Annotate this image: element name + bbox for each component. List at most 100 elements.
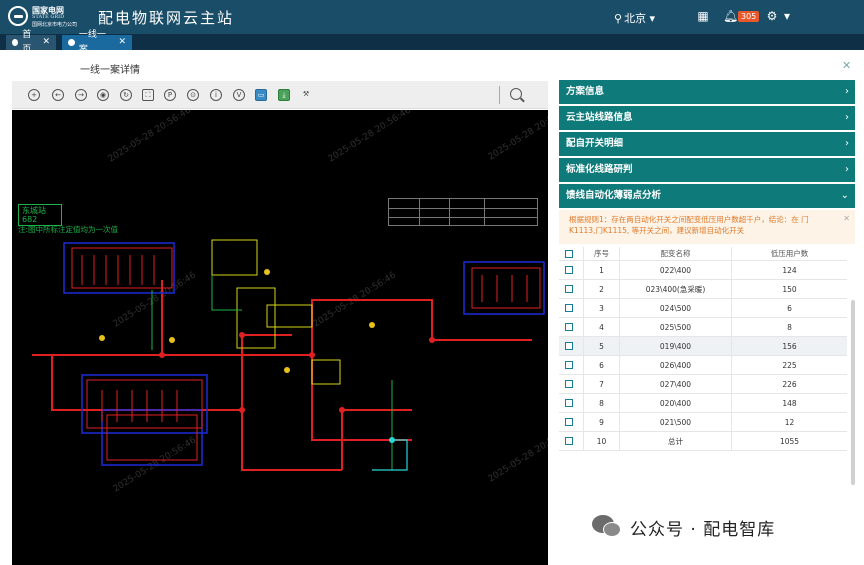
analysis-alert: 根据规则1：存在两自动化开关之间配变低压用户数超千户，结论：在 门K1113,门… (559, 210, 855, 244)
cell-name: 021\500 (619, 413, 731, 431)
section-weak-point-analysis[interactable]: 馈线自动化薄弱点分析 ⌄ (559, 184, 855, 208)
table-row[interactable]: 8 020\400 148 (559, 394, 847, 413)
cell-no: 10 (583, 432, 619, 450)
top-header: 国家电网 STATE GRID 国网北京市电力公司 配电物联网云主站 ⚲ 北京 ▾… (0, 0, 864, 34)
checkbox[interactable] (565, 342, 573, 350)
tab-home[interactable]: 首页 ✕ (6, 30, 56, 55)
zoom-in-icon[interactable]: + (28, 89, 40, 101)
tab-one-line-one-plan[interactable]: 一线一案 ✕ (62, 30, 132, 55)
tab-page-icon (68, 39, 75, 46)
checkbox[interactable] (565, 399, 573, 407)
cell-no: 7 (583, 375, 619, 393)
transformer-table: 序号 配变名称 低压用户数 1 022\400 124 2 023\400(急采… (559, 247, 847, 451)
cell-users: 148 (731, 394, 847, 412)
display-icon[interactable]: ▭ (255, 89, 267, 101)
table-row[interactable]: 4 025\500 8 (559, 318, 847, 337)
search-icon[interactable] (510, 88, 522, 100)
cell-users: 124 (731, 261, 847, 279)
tools-icon[interactable]: ⚒ (300, 89, 312, 101)
cell-name: 026\400 (619, 356, 731, 374)
cell-users: 6 (731, 299, 847, 317)
checkbox[interactable] (565, 304, 573, 312)
cell-name: 020\400 (619, 394, 731, 412)
cell-name: 019\400 (619, 337, 731, 355)
section-standard-analysis[interactable]: 标准化线路研判 › (559, 158, 855, 182)
table-row[interactable]: 7 027\400 226 (559, 375, 847, 394)
row-checkbox[interactable] (563, 432, 575, 450)
close-icon[interactable]: ✕ (843, 213, 850, 224)
diagram-wiring (32, 239, 545, 471)
page-title: 一线一案详情 (80, 65, 140, 76)
center-icon[interactable]: ⊙ (187, 89, 199, 101)
detail-panel: 方案信息 › 云主站线路信息 › 配自开关明细 › 标准化线路研判 › 馈线自动… (559, 80, 855, 565)
checkbox[interactable] (565, 437, 573, 445)
alert-text: 根据规则1：存在两自动化开关之间配变低压用户数超千户，结论：在 门K1113,门… (569, 215, 809, 235)
panel-scrollbar[interactable] (851, 300, 855, 485)
arrow-right-icon[interactable]: → (75, 89, 87, 101)
state-grid-emblem-icon (8, 6, 28, 26)
apps-grid-icon[interactable]: ▦ (696, 9, 710, 23)
cell-users: 150 (731, 280, 847, 298)
info-icon[interactable]: i (210, 89, 222, 101)
section-plan-info[interactable]: 方案信息 › (559, 80, 855, 104)
state-grid-logo: 国家电网 STATE GRID 国网北京市电力公司 (8, 4, 96, 30)
checkbox[interactable] (565, 418, 573, 426)
row-checkbox[interactable] (563, 394, 575, 412)
section-label: 标准化线路研判 (566, 164, 633, 175)
close-icon[interactable]: ✕ (118, 35, 126, 50)
settings-icon[interactable]: ⚙ (765, 9, 779, 23)
row-checkbox[interactable] (563, 299, 575, 317)
logo-sub-text: 国网北京市电力公司 (32, 22, 78, 28)
single-line-diagram[interactable]: 2025-05-28 20:56:46 2025-05-28 20:56:46 … (12, 110, 548, 565)
row-checkbox[interactable] (563, 280, 575, 298)
table-row[interactable]: 1 022\400 124 (559, 261, 847, 280)
table-row[interactable]: 2 023\400(急采暖) 150 (559, 280, 847, 299)
table-row[interactable]: 3 024\500 6 (559, 299, 847, 318)
checkbox[interactable] (565, 266, 573, 274)
section-line-info[interactable]: 云主站线路信息 › (559, 106, 855, 130)
tab-active-label: 一线一案 (78, 29, 106, 55)
row-checkbox[interactable] (563, 413, 575, 431)
select-all-checkbox[interactable] (563, 247, 575, 260)
cell-name: 024\500 (619, 299, 731, 317)
tab-home-label: 首页 (22, 29, 32, 55)
section-label: 配自开关明细 (566, 138, 624, 149)
section-switch-detail[interactable]: 配自开关明细 › (559, 132, 855, 156)
close-icon[interactable]: ✕ (42, 35, 50, 50)
row-checkbox[interactable] (563, 356, 575, 374)
cell-users: 156 (731, 337, 847, 355)
pan-icon[interactable]: P (164, 89, 176, 101)
row-checkbox[interactable] (563, 375, 575, 393)
checkbox[interactable] (565, 285, 573, 293)
refresh-icon[interactable]: ↻ (120, 89, 132, 101)
wechat-icon (592, 515, 622, 539)
row-checkbox[interactable] (563, 318, 575, 336)
checkbox[interactable] (565, 323, 573, 331)
export-icon[interactable]: ⤓ (278, 89, 290, 101)
cell-no: 5 (583, 337, 619, 355)
section-label: 云主站线路信息 (566, 112, 633, 123)
checkbox[interactable] (565, 249, 573, 258)
close-dialog-icon[interactable]: ✕ (842, 59, 851, 72)
row-checkbox[interactable] (563, 261, 575, 279)
table-row-total[interactable]: 10 总计 1055 (559, 432, 847, 451)
table-row[interactable]: 9 021\500 12 (559, 413, 847, 432)
location-icon[interactable]: ◉ (97, 89, 109, 101)
verify-icon[interactable]: V (233, 89, 245, 101)
cell-no: 3 (583, 299, 619, 317)
arrow-left-icon[interactable]: ← (52, 89, 64, 101)
region-selector[interactable]: ⚲ 北京 ▾ (614, 10, 655, 26)
wechat-text: 公众号 · 配电智库 (630, 519, 776, 540)
row-checkbox[interactable] (563, 337, 575, 355)
table-row[interactable]: 5 019\400 156 (559, 337, 847, 356)
checkbox[interactable] (565, 361, 573, 369)
bell-icon[interactable]: 🔔︎ (723, 9, 738, 23)
settings-chevron-icon[interactable]: ▾ (780, 9, 794, 23)
cell-name: 027\400 (619, 375, 731, 393)
app-title: 配电物联网云主站 (98, 9, 235, 27)
region-label: 北京 (624, 12, 647, 25)
table-header: 序号 配变名称 低压用户数 (559, 247, 847, 261)
table-row[interactable]: 6 026\400 225 (559, 356, 847, 375)
checkbox[interactable] (565, 380, 573, 388)
fit-screen-icon[interactable]: ⛶ (142, 89, 154, 101)
